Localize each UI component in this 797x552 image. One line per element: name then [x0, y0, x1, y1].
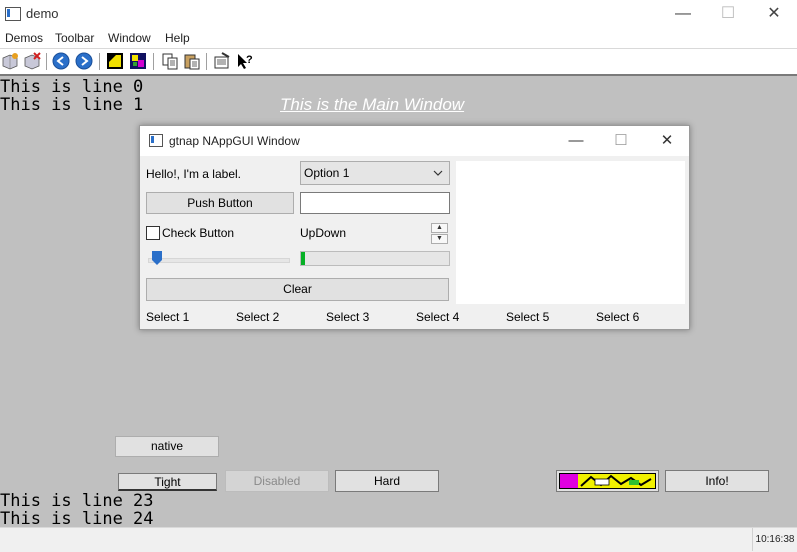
info-button[interactable]: Info!: [665, 470, 769, 492]
combo-value: Option 1: [304, 166, 350, 180]
maximize-button[interactable]: ☐: [705, 0, 751, 28]
menu-window[interactable]: Window: [108, 31, 151, 45]
toolbar-separator: [99, 53, 100, 70]
disabled-button: Disabled: [225, 470, 329, 492]
forward-icon[interactable]: [75, 52, 93, 70]
option-combobox[interactable]: Option 1: [300, 161, 450, 185]
back-icon[interactable]: [52, 52, 70, 70]
image-button-picture: [559, 473, 656, 489]
subwindow-icon: [149, 134, 163, 147]
text-edit-field[interactable]: [300, 192, 450, 214]
delete-icon[interactable]: [23, 52, 41, 70]
hello-label: Hello!, I'm a label.: [146, 167, 241, 181]
new-file-icon[interactable]: [1, 52, 19, 70]
menu-help[interactable]: Help: [165, 31, 190, 45]
clear-button[interactable]: Clear: [146, 278, 449, 301]
tight-button[interactable]: Tight: [118, 473, 217, 491]
copy-icon[interactable]: [161, 52, 179, 70]
select-6[interactable]: Select 6: [596, 310, 639, 324]
view-panel: [456, 161, 685, 304]
toolbar: ?: [0, 49, 797, 76]
menu-demos[interactable]: Demos: [5, 31, 43, 45]
svg-text:?: ?: [246, 54, 253, 66]
select-1[interactable]: Select 1: [146, 310, 189, 324]
select-5[interactable]: Select 5: [506, 310, 549, 324]
properties-icon[interactable]: [213, 52, 231, 70]
gtnap-subwindow: gtnap NAppGUI Window — ☐ ✕ Hello!, I'm a…: [139, 125, 690, 330]
spin-up-arrow-icon[interactable]: ▲: [431, 223, 448, 233]
main-window-label: This is the Main Window: [280, 95, 465, 114]
hard-button[interactable]: Hard: [335, 470, 439, 492]
app-title-bar: demo — ☐ ✕: [0, 0, 797, 28]
menu-toolbar[interactable]: Toolbar: [55, 31, 94, 45]
minimize-button[interactable]: —: [660, 0, 706, 28]
close-button[interactable]: ✕: [751, 0, 797, 28]
text-line: This is line 0: [0, 77, 144, 97]
progress-fill: [301, 252, 306, 265]
subwindow-title: gtnap NAppGUI Window: [169, 134, 300, 148]
slider-thumb[interactable]: [152, 251, 162, 265]
app-window-icon: [5, 7, 21, 21]
note-icon[interactable]: [106, 52, 124, 70]
updown-label: UpDown: [300, 226, 347, 240]
progress-bar: [300, 251, 450, 266]
select-2[interactable]: Select 2: [236, 310, 279, 324]
select-3[interactable]: Select 3: [326, 310, 369, 324]
menu-bar: Demos Toolbar Window Help: [0, 28, 797, 49]
select-4[interactable]: Select 4: [416, 310, 459, 324]
image-button[interactable]: [556, 470, 659, 492]
image-icon[interactable]: [129, 52, 147, 70]
paste-icon[interactable]: [183, 52, 201, 70]
subwindow-close-button[interactable]: ✕: [644, 126, 690, 156]
check-button-label[interactable]: Check Button: [162, 226, 234, 240]
updown-spinner[interactable]: ▲ ▼: [431, 223, 448, 244]
native-button[interactable]: native: [115, 436, 219, 457]
subwindow-minimize-button[interactable]: —: [553, 126, 599, 156]
push-button[interactable]: Push Button: [146, 192, 294, 214]
help-cursor-icon[interactable]: ?: [236, 52, 254, 70]
subwindow-maximize-button[interactable]: ☐: [598, 126, 644, 156]
slider-track[interactable]: [148, 258, 290, 263]
status-bar: 10:16:38: [0, 527, 797, 552]
status-clock: 10:16:38: [752, 528, 797, 551]
subwindow-title-bar: gtnap NAppGUI Window — ☐ ✕: [140, 126, 689, 156]
toolbar-separator: [46, 53, 47, 70]
text-line: This is line 1: [0, 95, 144, 115]
check-button-box[interactable]: [146, 226, 160, 240]
spin-down-arrow-icon[interactable]: ▼: [431, 234, 448, 244]
toolbar-separator: [153, 53, 154, 70]
text-line: This is line 24: [0, 509, 154, 529]
chevron-down-icon: [433, 162, 443, 192]
text-line: This is line 23: [0, 491, 154, 511]
app-title: demo: [26, 6, 59, 21]
toolbar-separator: [206, 53, 207, 70]
